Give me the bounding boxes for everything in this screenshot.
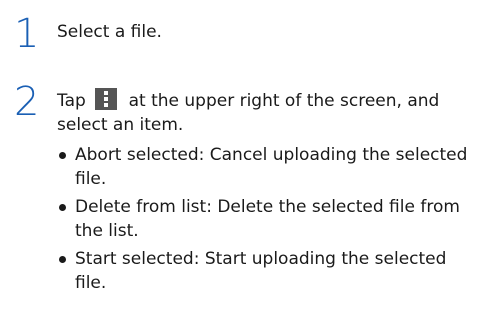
list-item-text: Abort selected: Cancel uploading the sel…: [75, 145, 468, 189]
bullet-icon: [59, 152, 66, 159]
option-list: Abort selected: Cancel uploading the sel…: [57, 143, 482, 299]
bullet-icon: [59, 256, 66, 263]
list-item: Start selected: Start uploading the sele…: [57, 247, 482, 295]
list-item: Abort selected: Cancel uploading the sel…: [57, 143, 482, 191]
step-instruction: Tap at the upper right of the screen, an…: [57, 88, 480, 137]
list-item-text: Start selected: Start uploading the sele…: [75, 249, 447, 293]
more-vert-icon: [95, 88, 118, 110]
list-item-text: Delete from list: Delete the selected fi…: [75, 197, 460, 241]
step-instruction-prefix: Tap: [57, 91, 92, 111]
step-number: 1: [14, 11, 40, 57]
bullet-icon: [59, 204, 66, 211]
list-item: Delete from list: Delete the selected fi…: [57, 195, 482, 243]
step-number: 2: [14, 79, 40, 125]
step-instruction: Select a file.: [57, 22, 162, 42]
